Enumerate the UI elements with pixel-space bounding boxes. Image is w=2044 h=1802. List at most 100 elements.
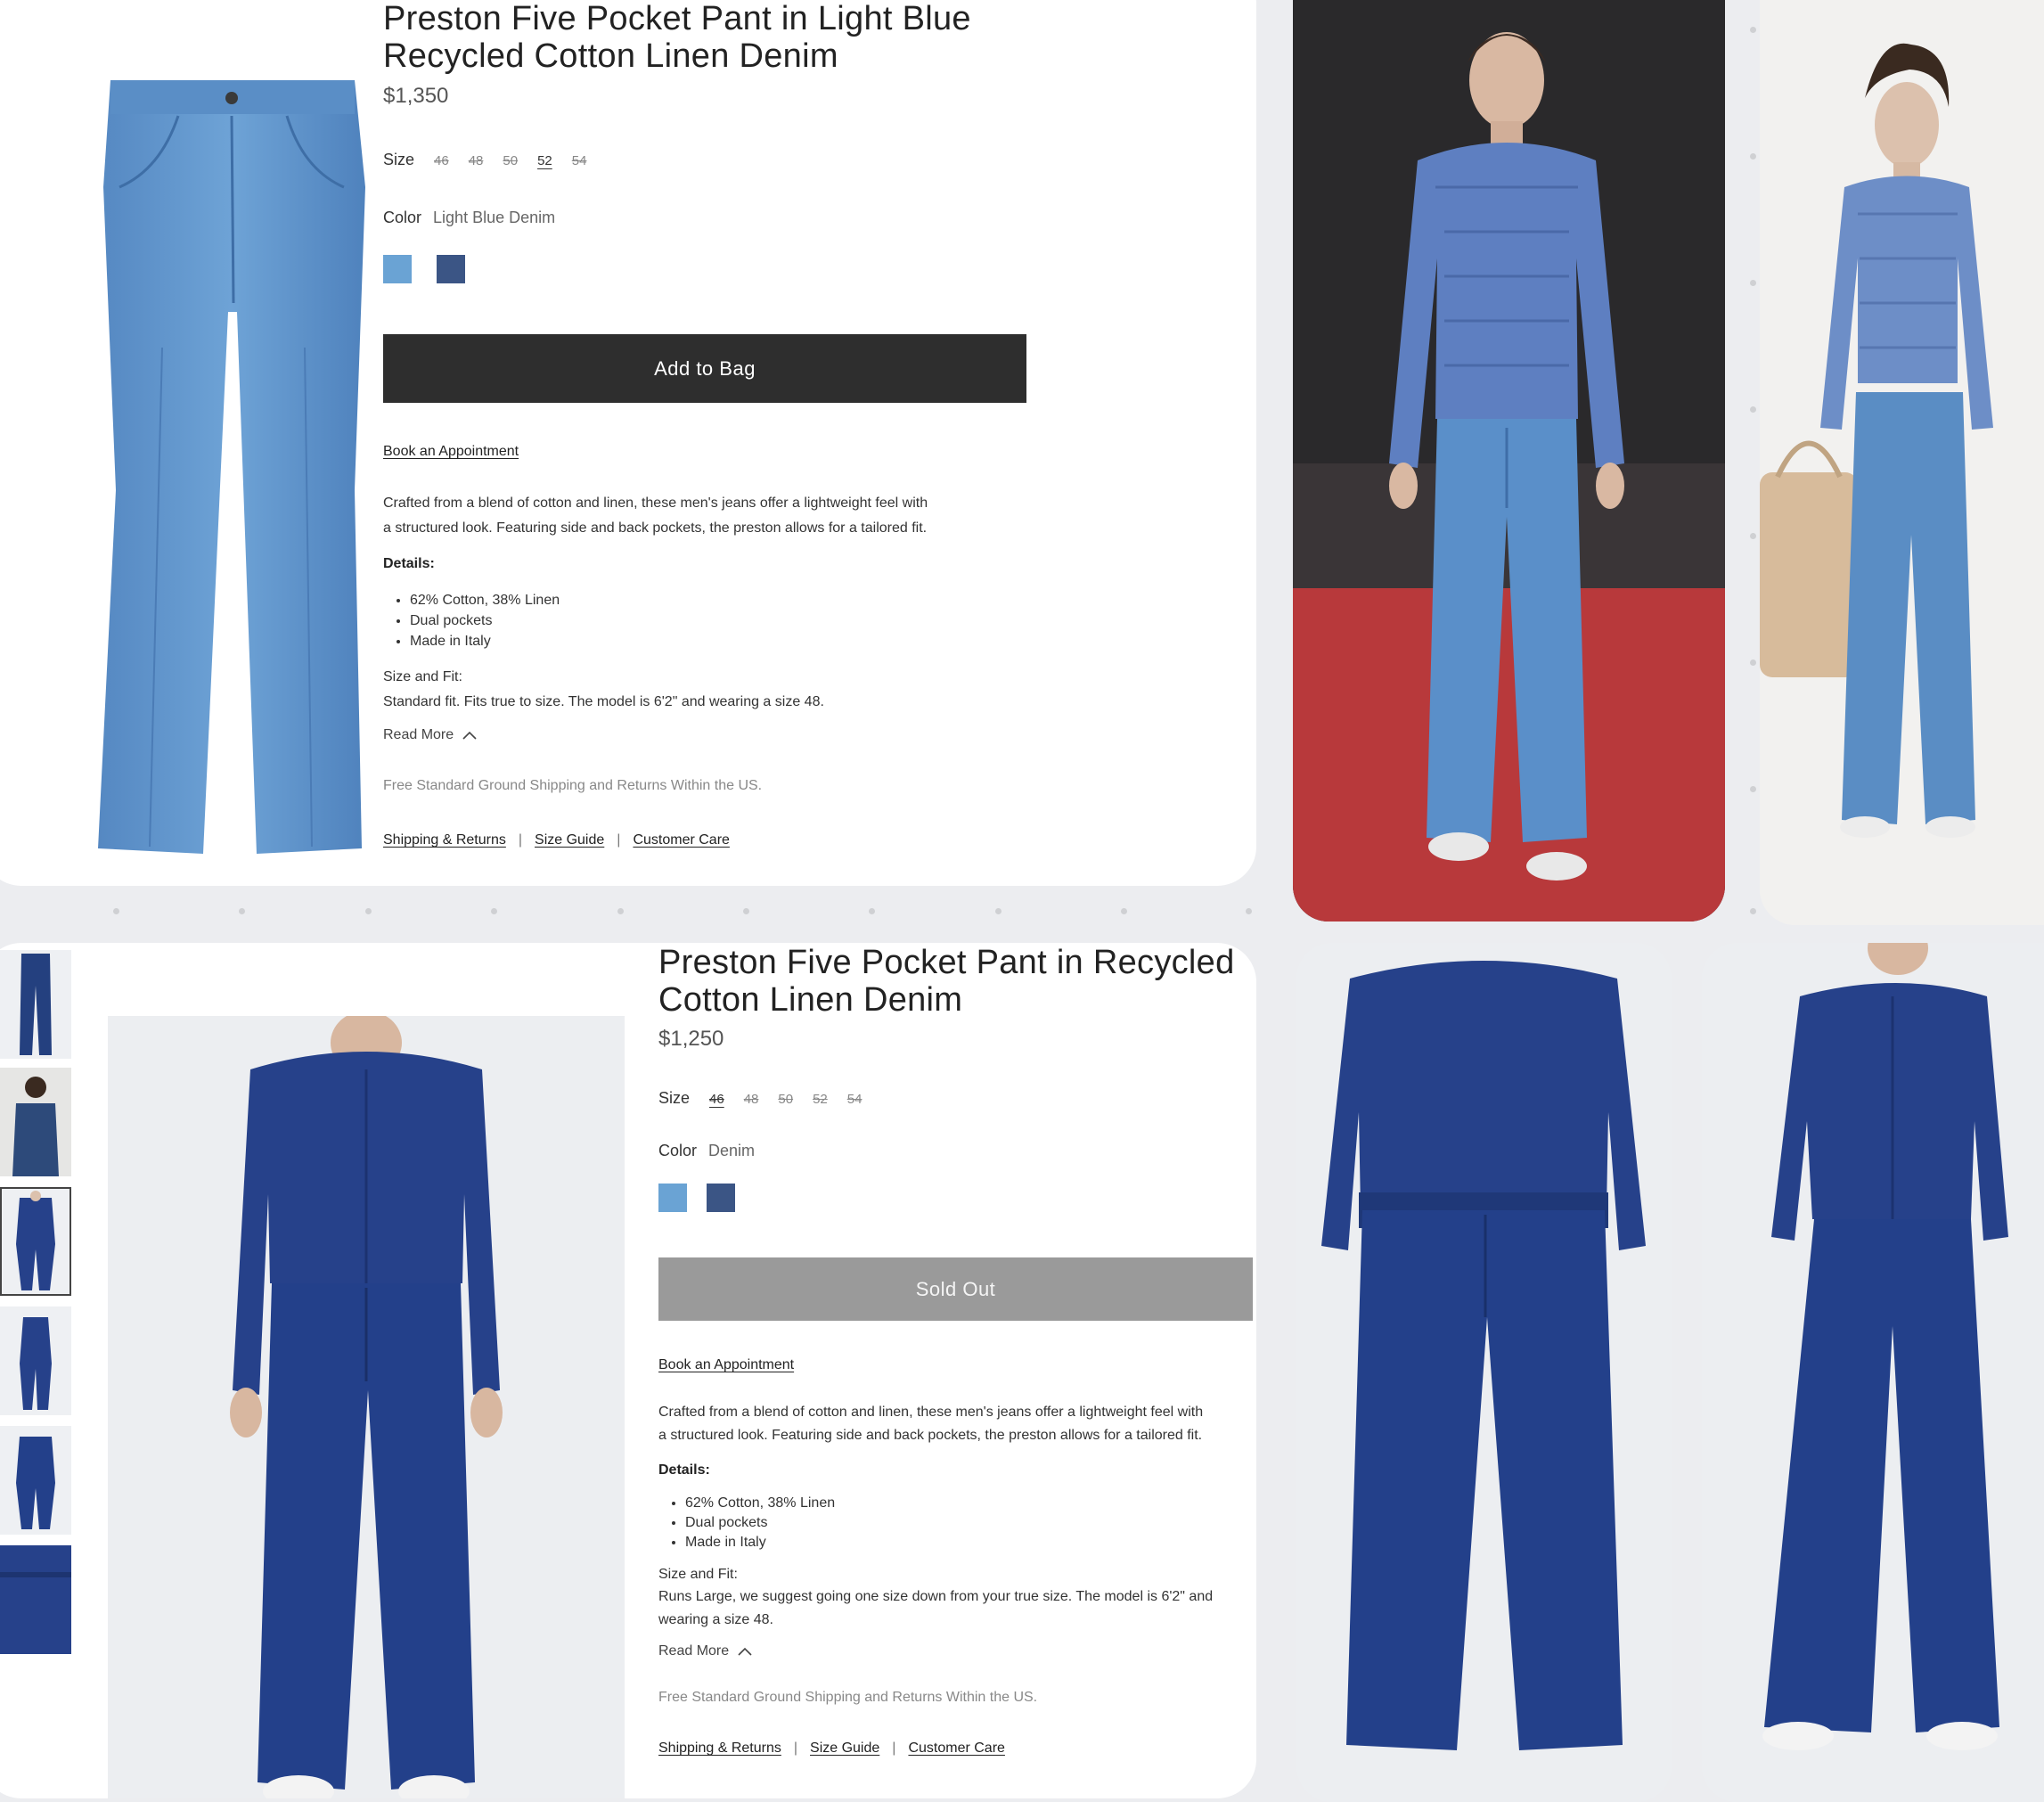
- carousel-dot[interactable]: [617, 908, 624, 914]
- thumbnail-back-image: [16, 1437, 55, 1529]
- shipping-returns-link[interactable]: Shipping & Returns: [383, 832, 506, 848]
- detail-item: 62% Cotton, 38% Linen: [410, 590, 560, 610]
- carousel-dot[interactable]: [1246, 908, 1252, 914]
- thumbnail-back[interactable]: [0, 1426, 71, 1535]
- thumbnail-detail-image: [0, 1545, 71, 1654]
- details-list: 62% Cotton, 38% Linen Dual pockets Made …: [658, 1494, 835, 1552]
- carousel-dot[interactable]: [491, 908, 497, 914]
- denim-side-view-photo[interactable]: [1702, 943, 2044, 1802]
- chevron-up-icon: [462, 731, 477, 740]
- size-guide-link[interactable]: Size Guide: [810, 1741, 879, 1757]
- product-card-light-blue: Preston Five Pocket Pant in Light Blue R…: [0, 0, 1256, 886]
- thumbnail-detail[interactable]: [0, 1545, 71, 1654]
- carousel-dot[interactable]: [1750, 908, 1756, 914]
- size-fit-text: Standard fit. Fits true to size. The mod…: [383, 694, 824, 709]
- size-option-50[interactable]: 50: [778, 1092, 793, 1107]
- thumbnail-model-jacket[interactable]: [0, 1068, 71, 1176]
- carousel-dot[interactable]: [869, 908, 875, 914]
- description-line-2: a structured look. Featuring side and ba…: [658, 1428, 1203, 1443]
- carousel-dot[interactable]: [1750, 533, 1756, 539]
- color-label: Color: [383, 209, 422, 226]
- detail-item: Made in Italy: [410, 631, 560, 651]
- color-row: Color Light Blue Denim: [383, 209, 555, 227]
- swatch-light-blue[interactable]: [383, 255, 412, 283]
- read-more-toggle[interactable]: Read More: [658, 1643, 752, 1659]
- size-option-48[interactable]: 48: [469, 153, 484, 168]
- size-label: Size: [658, 1089, 691, 1107]
- product-title: Preston Five Pocket Pant in Light Blue R…: [383, 0, 971, 75]
- shipping-note: Free Standard Ground Shipping and Return…: [658, 1690, 1038, 1705]
- add-to-bag-button[interactable]: Add to Bag: [383, 334, 1026, 403]
- size-option-54[interactable]: 54: [847, 1092, 863, 1107]
- sold-out-button[interactable]: Sold Out: [658, 1257, 1253, 1321]
- carousel-dot[interactable]: [113, 908, 119, 914]
- size-option-52[interactable]: 52: [537, 153, 552, 168]
- color-value: Denim: [708, 1142, 756, 1159]
- product-title: Preston Five Pocket Pant in Recycled Cot…: [658, 944, 1235, 1019]
- runway-model-illustration: [1293, 0, 1725, 921]
- carousel-dot[interactable]: [995, 908, 1002, 914]
- carousel-dot[interactable]: [1750, 280, 1756, 286]
- denim-model-illustration: [230, 1011, 503, 1798]
- link-separator: |: [617, 832, 621, 848]
- size-option-48[interactable]: 48: [744, 1092, 759, 1107]
- size-guide-link[interactable]: Size Guide: [535, 832, 604, 848]
- details-heading: Details:: [383, 556, 435, 571]
- swatch-dark-denim[interactable]: [437, 255, 465, 283]
- thumbnail-pant[interactable]: [0, 950, 71, 1059]
- size-option-46[interactable]: 46: [434, 153, 449, 168]
- product-main-image-denim[interactable]: [108, 1011, 625, 1798]
- size-fit-heading: Size and Fit:: [383, 669, 462, 684]
- carousel-dot[interactable]: [1750, 406, 1756, 413]
- denim-back-view-photo[interactable]: [1296, 943, 1672, 1802]
- customer-care-link[interactable]: Customer Care: [633, 832, 729, 848]
- thumbnail-front-selected[interactable]: [0, 1187, 71, 1296]
- carousel-dot[interactable]: [1750, 786, 1756, 792]
- thumbnail-side-image: [20, 1317, 52, 1410]
- size-option-46[interactable]: 46: [709, 1092, 724, 1107]
- carousel-dot[interactable]: [1750, 659, 1756, 666]
- link-separator: |: [518, 832, 523, 848]
- color-row: Color Denim: [658, 1142, 755, 1160]
- swatch-light-blue[interactable]: [658, 1184, 687, 1212]
- size-option-54[interactable]: 54: [572, 153, 587, 168]
- size-selector: Size 46 48 50 52 54: [383, 151, 586, 169]
- detail-item: Dual pockets: [685, 1513, 835, 1533]
- thumbnail-front-image: [16, 1191, 55, 1290]
- size-selector: Size 46 48 50 52 54: [658, 1089, 862, 1108]
- read-more-toggle[interactable]: Read More: [383, 727, 477, 743]
- runway-photo[interactable]: [1293, 0, 1725, 921]
- footer-links: Shipping & Returns | Size Guide | Custom…: [658, 1741, 1005, 1757]
- carousel-dot[interactable]: [1750, 153, 1756, 160]
- link-separator: |: [892, 1741, 896, 1756]
- carousel-dot[interactable]: [743, 908, 749, 914]
- read-more-label: Read More: [658, 1643, 730, 1659]
- size-fit-line-2: wearing a size 48.: [658, 1612, 773, 1627]
- carousel-dot[interactable]: [1750, 27, 1756, 33]
- product-title-line-2: Cotton Linen Denim: [658, 981, 963, 1019]
- details-list: 62% Cotton, 38% Linen Dual pockets Made …: [383, 590, 560, 651]
- thumbnail-pant-image: [20, 954, 52, 1055]
- product-price: $1,350: [383, 84, 449, 108]
- product-image-light-blue-pant[interactable]: [98, 80, 374, 864]
- carousel-dot[interactable]: [365, 908, 372, 914]
- customer-care-link[interactable]: Customer Care: [908, 1741, 1004, 1757]
- size-option-50[interactable]: 50: [503, 153, 518, 168]
- shipping-returns-link[interactable]: Shipping & Returns: [658, 1741, 781, 1757]
- shipping-note: Free Standard Ground Shipping and Return…: [383, 778, 763, 793]
- carousel-dot[interactable]: [239, 908, 245, 914]
- studio-sweater-photo[interactable]: [1760, 0, 2044, 925]
- thumbnail-side[interactable]: [0, 1306, 71, 1415]
- detail-item: Dual pockets: [410, 610, 560, 631]
- footer-links: Shipping & Returns | Size Guide | Custom…: [383, 832, 730, 848]
- size-option-52[interactable]: 52: [813, 1092, 828, 1107]
- swatch-dark-denim[interactable]: [707, 1184, 735, 1212]
- product-title-line-1: Preston Five Pocket Pant in Recycled: [658, 944, 1235, 981]
- product-description: Crafted from a blend of cotton and linen…: [658, 1401, 1256, 1447]
- carousel-dot[interactable]: [1121, 908, 1127, 914]
- product-title-line-2: Recycled Cotton Linen Denim: [383, 37, 838, 75]
- book-appointment-link[interactable]: Book an Appointment: [658, 1357, 794, 1373]
- details-heading: Details:: [658, 1462, 710, 1478]
- book-appointment-link[interactable]: Book an Appointment: [383, 444, 519, 460]
- description-line-1: Crafted from a blend of cotton and linen…: [383, 496, 928, 511]
